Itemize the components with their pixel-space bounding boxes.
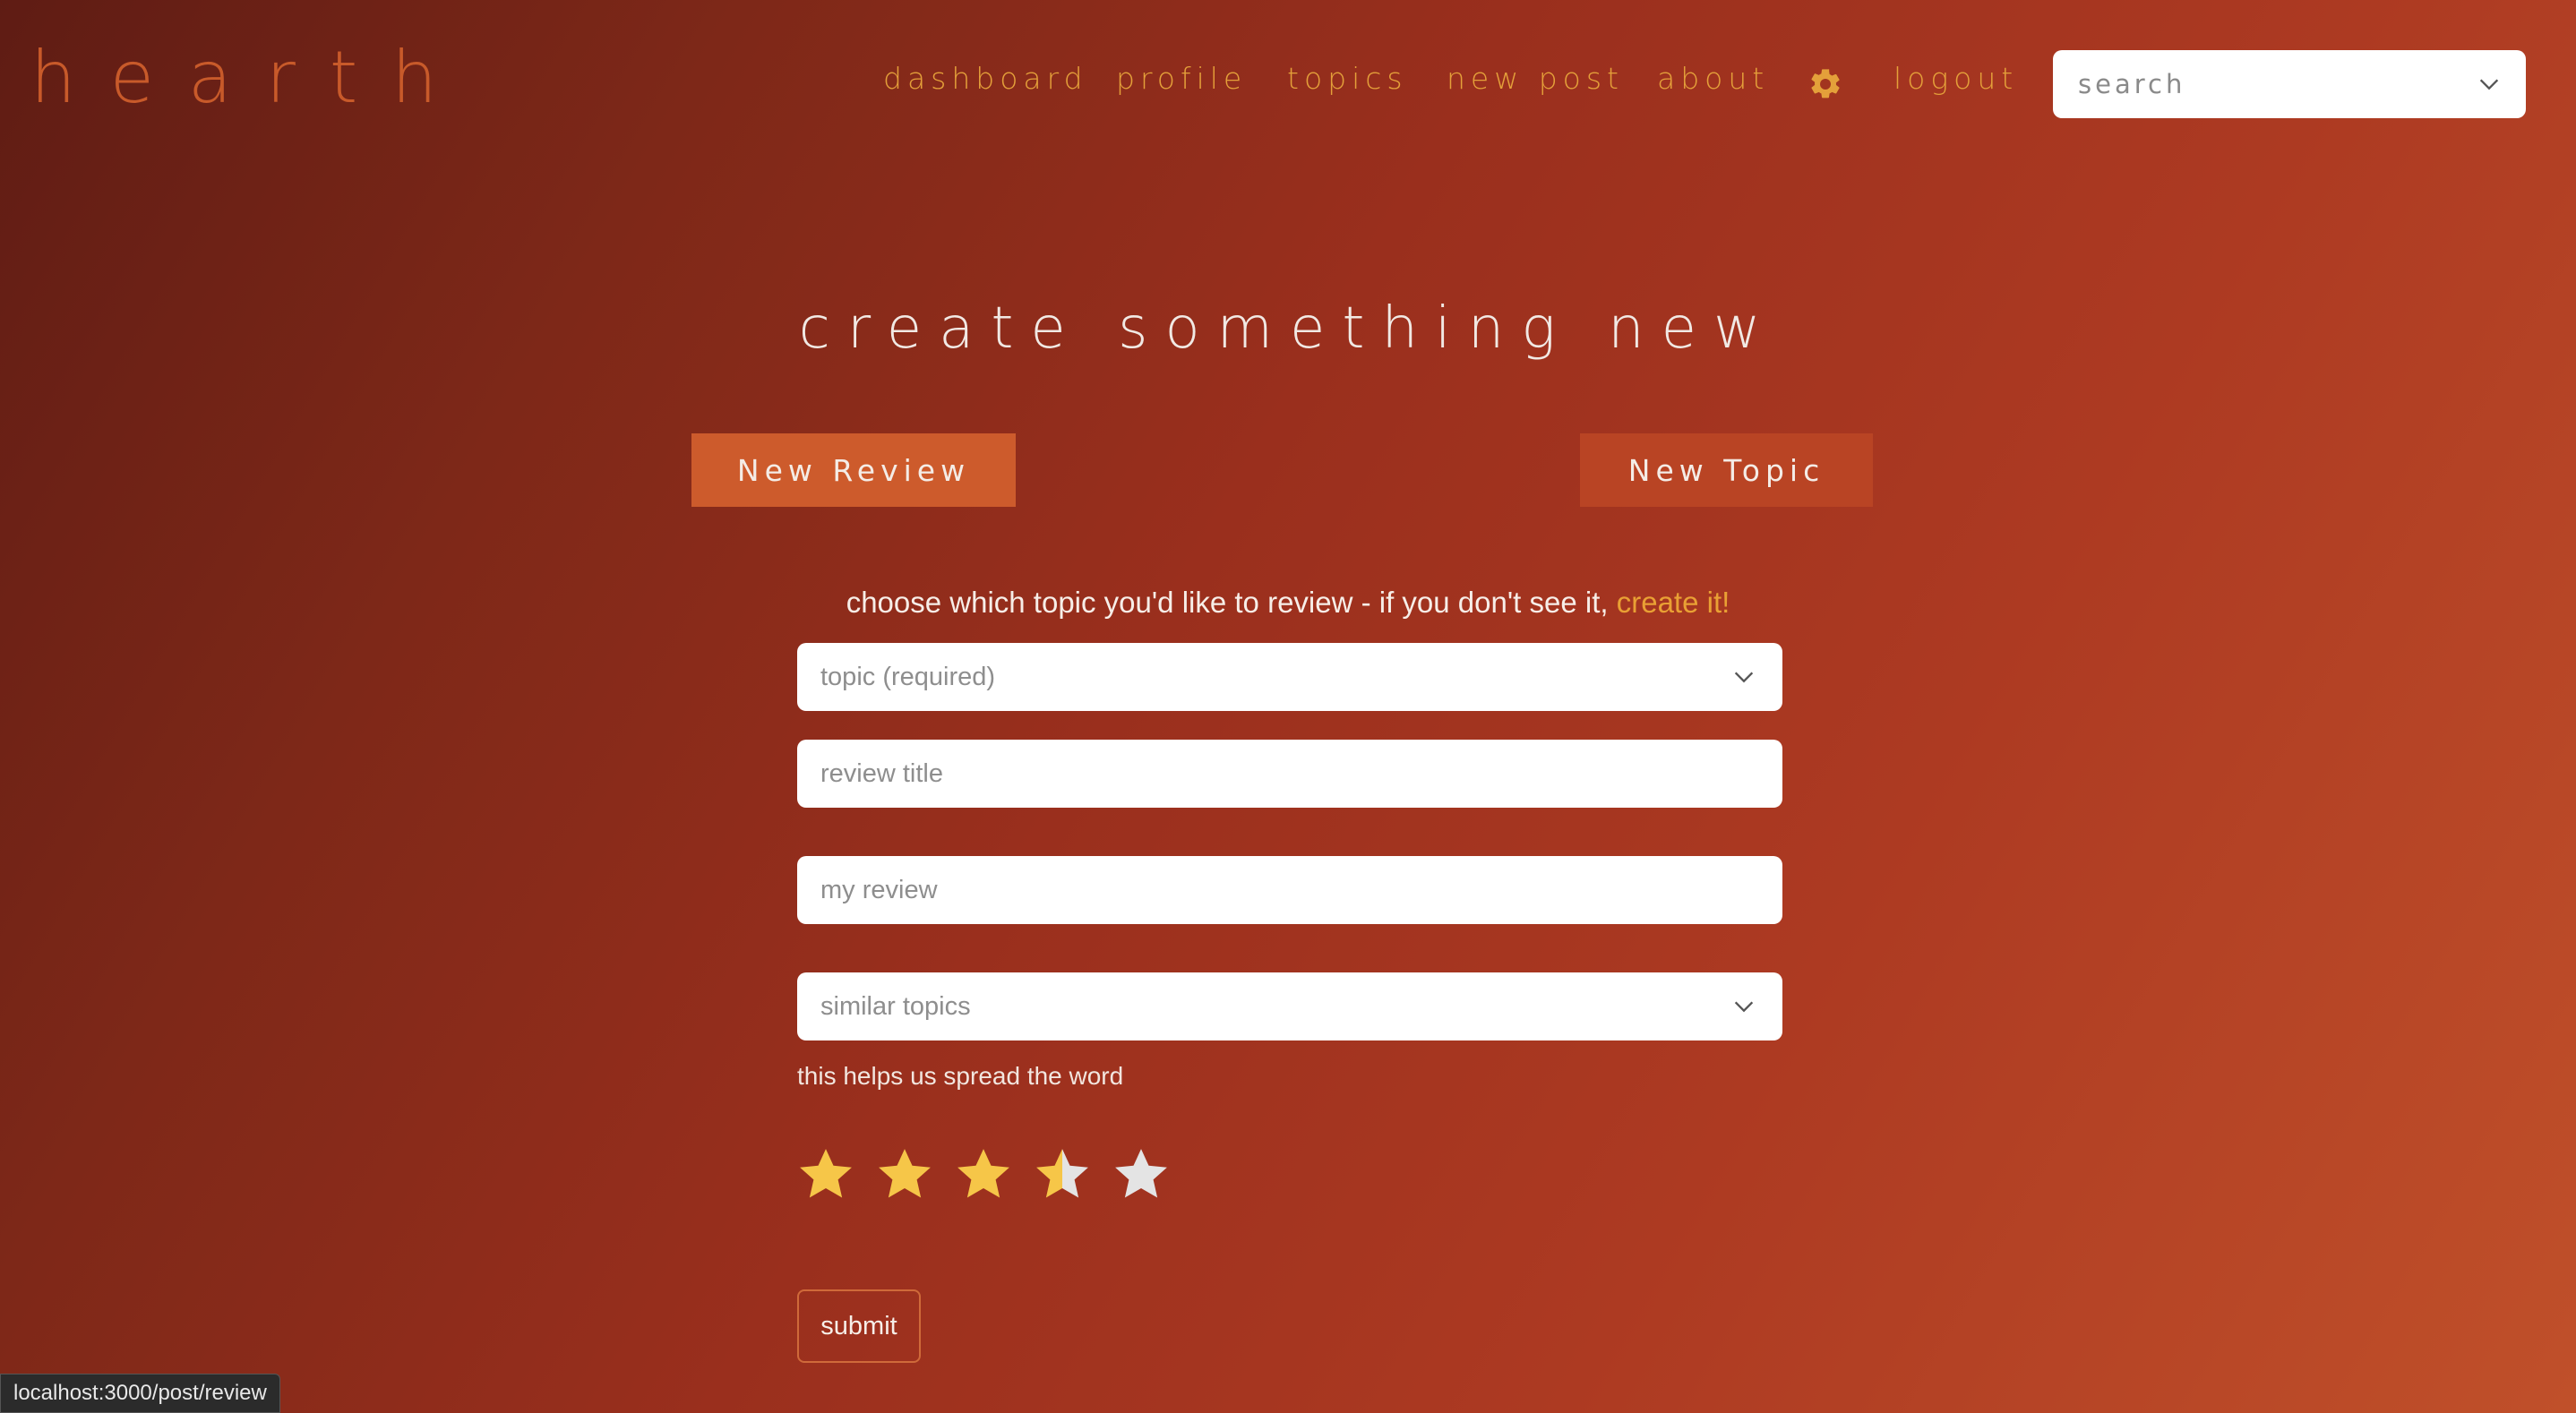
search-placeholder: search [2078, 69, 2186, 99]
create-topic-link[interactable]: create it! [1617, 586, 1730, 619]
nav-profile[interactable]: profile [1116, 61, 1247, 96]
status-bar-url: localhost:3000/post/review [0, 1374, 280, 1413]
topic-prompt: choose which topic you'd like to review … [0, 586, 2576, 620]
nav-about[interactable]: about [1657, 61, 1769, 96]
gear-icon[interactable] [1807, 66, 1843, 102]
star-icon[interactable] [795, 1144, 856, 1205]
topic-select-placeholder: topic (required) [820, 662, 996, 691]
app-logo[interactable]: hearth [30, 36, 471, 119]
chevron-down-icon[interactable] [1730, 664, 1757, 689]
topic-select[interactable]: topic (required) [797, 643, 1782, 711]
new-review-button[interactable]: New Review [691, 433, 1016, 507]
search-input[interactable]: search [2053, 50, 2526, 118]
nav-dashboard[interactable]: dashboard [883, 61, 1088, 96]
review-body-placeholder: my review [820, 875, 938, 904]
nav-logout[interactable]: logout [1893, 61, 2018, 96]
star-icon[interactable] [953, 1144, 1014, 1205]
review-title-input[interactable]: review title [797, 740, 1782, 808]
review-title-placeholder: review title [820, 758, 943, 788]
prompt-text: choose which topic you'd like to review … [846, 586, 1609, 619]
submit-button[interactable]: submit [797, 1289, 921, 1363]
new-topic-button[interactable]: New Topic [1580, 433, 1873, 507]
similar-topics-placeholder: similar topics [820, 991, 971, 1021]
similar-topics-hint: this helps us spread the word [797, 1062, 1124, 1090]
star-icon[interactable] [874, 1144, 935, 1205]
page-title: create something new [798, 295, 1778, 362]
chevron-down-icon[interactable] [2476, 72, 2503, 97]
review-body-input[interactable]: my review [797, 856, 1782, 924]
star-icon[interactable] [1111, 1144, 1172, 1205]
chevron-down-icon[interactable] [1730, 994, 1757, 1019]
star-icon[interactable] [1032, 1144, 1093, 1205]
nav-topics[interactable]: topics [1287, 61, 1408, 96]
similar-topics-select[interactable]: similar topics [797, 972, 1782, 1040]
nav-new-post[interactable]: new post [1447, 61, 1624, 96]
